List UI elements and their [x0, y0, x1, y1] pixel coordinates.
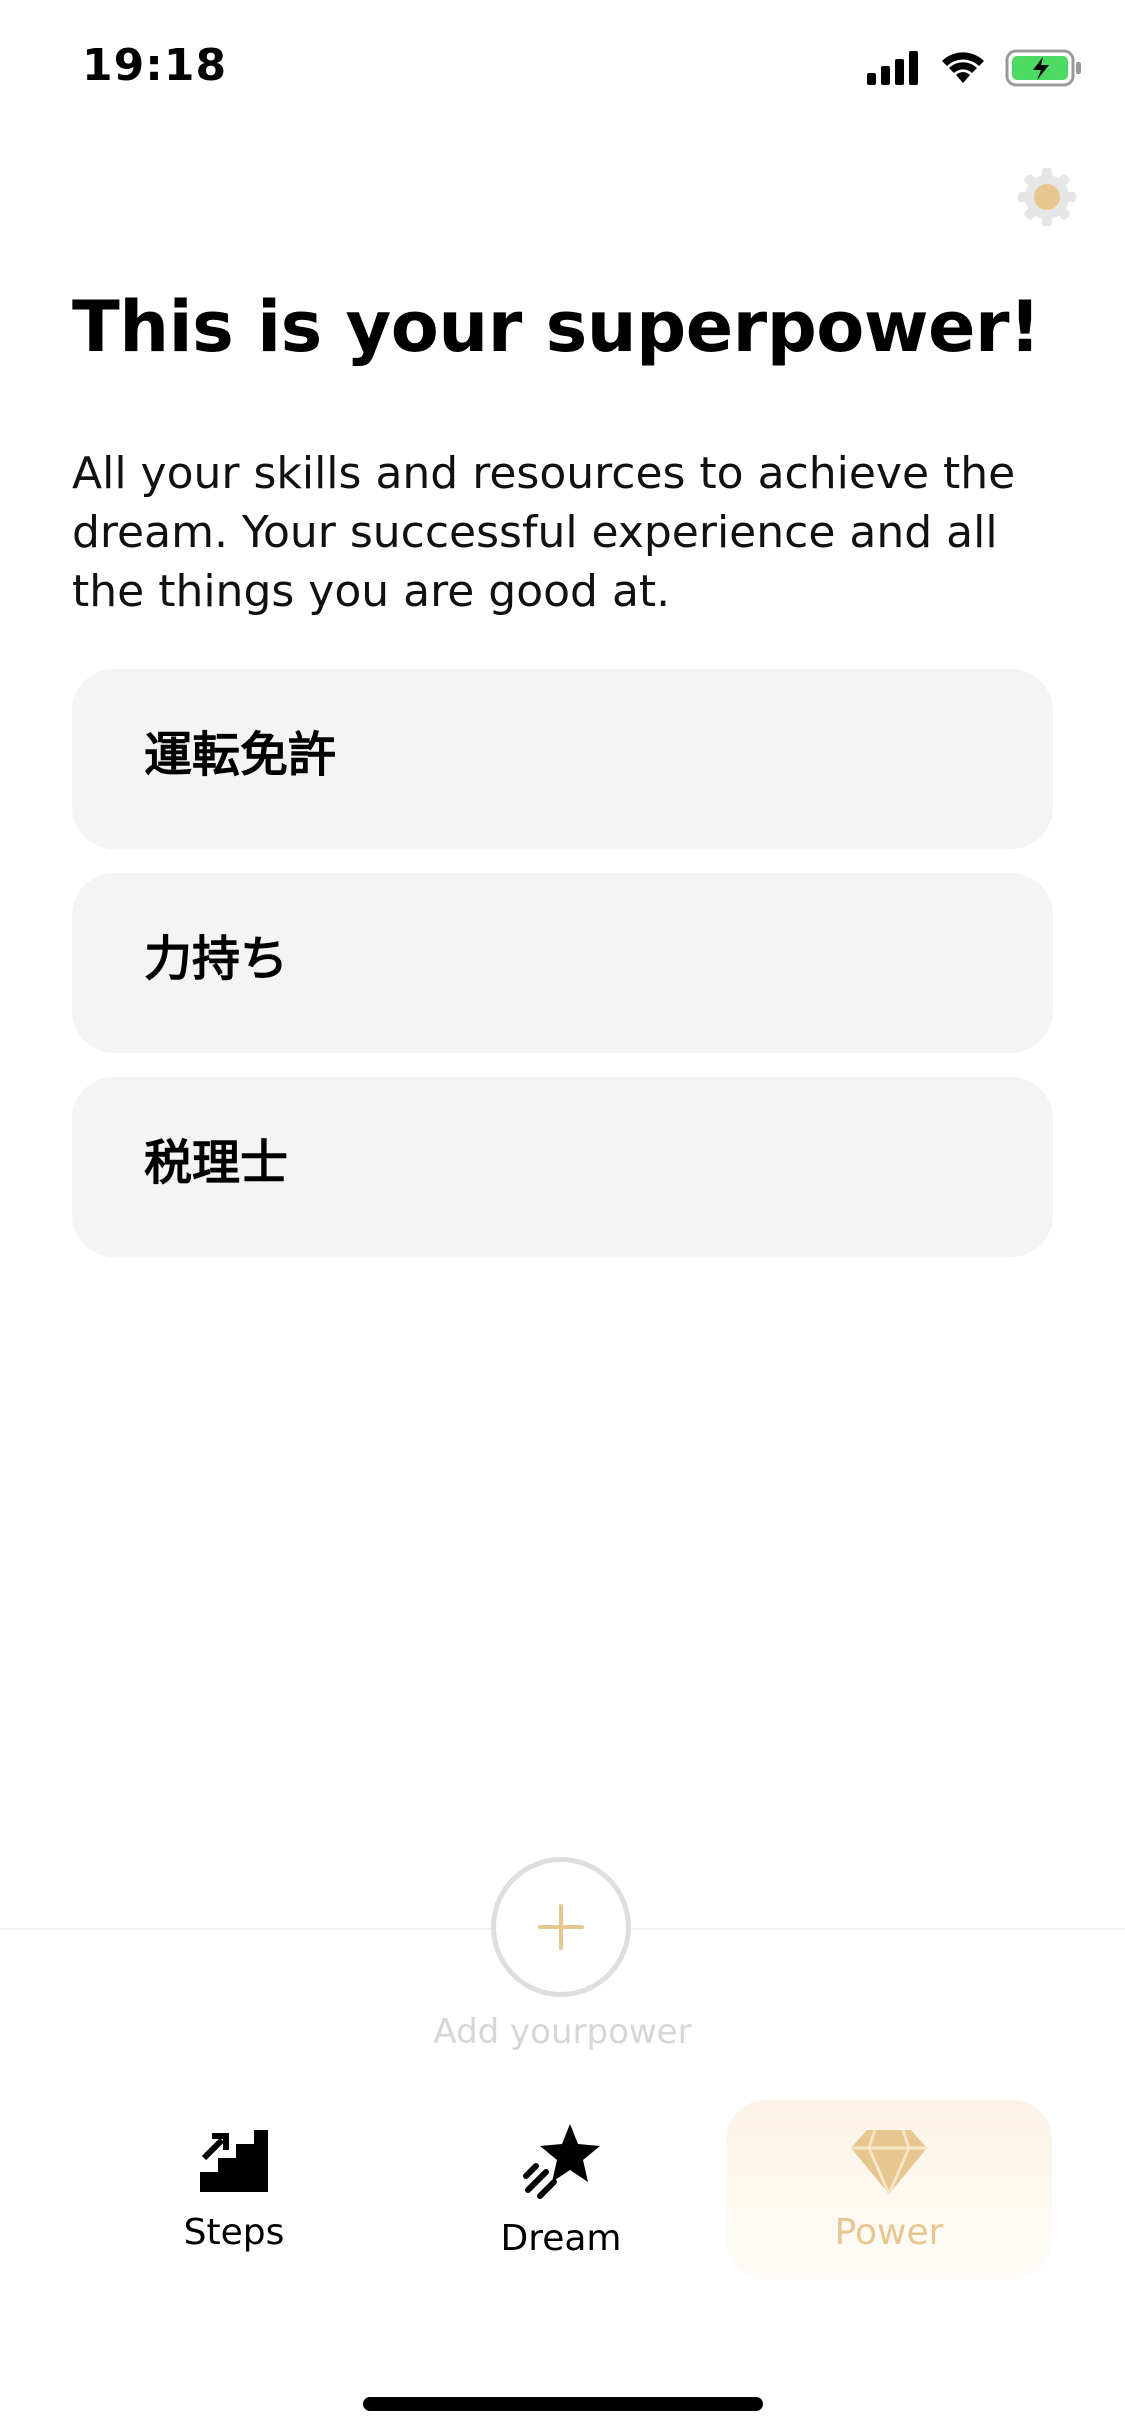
tab-steps[interactable]: Steps — [69, 2100, 399, 2290]
home-indicator[interactable] — [363, 2397, 763, 2411]
tab-power[interactable]: Power — [726, 2100, 1052, 2280]
power-list: 運転免許 力持ち 税理士 — [72, 669, 1053, 1281]
gear-icon — [1018, 168, 1076, 226]
status-time: 19:18 — [82, 40, 228, 91]
page-title: This is your superpower! — [72, 286, 1041, 368]
power-card-label: 税理士 — [144, 1135, 289, 1191]
power-card[interactable]: 税理士 — [72, 1077, 1053, 1257]
power-card-label: 運転免許 — [144, 727, 337, 783]
tab-dream-label: Dream — [500, 2218, 622, 2259]
add-power-button[interactable] — [491, 1857, 631, 1997]
diamond-icon — [851, 2130, 927, 2194]
battery-charging-icon — [1005, 49, 1081, 87]
wifi-icon — [942, 52, 984, 83]
shooting-star-icon — [523, 2124, 600, 2199]
power-card[interactable]: 力持ち — [72, 873, 1053, 1053]
tab-dream[interactable]: Dream — [396, 2100, 726, 2290]
stairs-icon — [200, 2130, 268, 2192]
plus-icon — [538, 1904, 584, 1950]
tab-steps-label: Steps — [183, 2212, 285, 2253]
tab-bar: Steps Dream Power — [0, 2100, 1125, 2300]
power-card-label: 力持ち — [144, 931, 289, 987]
power-card[interactable]: 運転免許 — [72, 669, 1053, 849]
signal-icon — [867, 51, 918, 85]
status-bar: 19:18 — [0, 0, 1125, 140]
status-icons — [867, 48, 1083, 88]
settings-button[interactable] — [1016, 166, 1078, 228]
page-description: All your skills and resources to achieve… — [72, 448, 1016, 617]
add-power-label[interactable]: Add yourpower — [0, 2012, 1125, 2052]
tab-power-label: Power — [834, 2212, 944, 2253]
